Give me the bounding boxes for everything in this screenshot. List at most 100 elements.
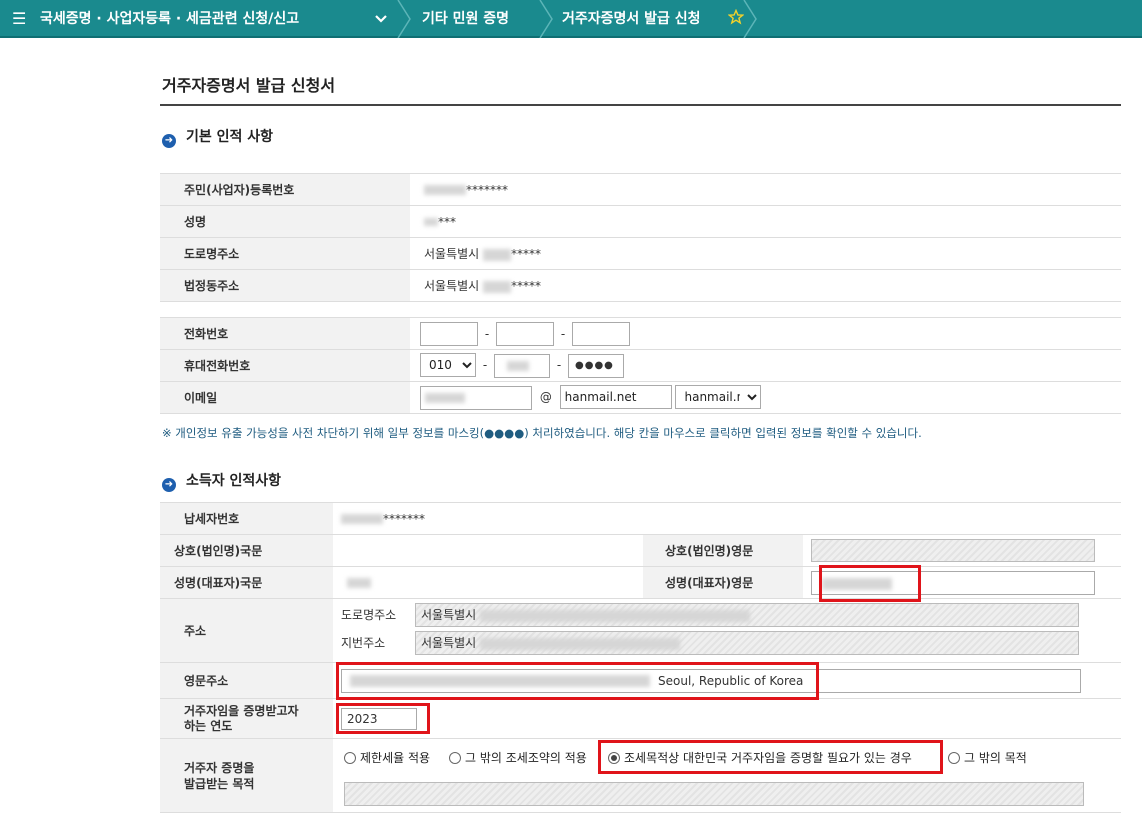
purpose-label-line1: 거주자 증명을 — [184, 760, 255, 775]
year-cell: 2023 — [333, 698, 1121, 739]
purpose-option-label: 그 밖의 조세조약의 적용 — [465, 751, 587, 765]
purpose-option-other-treaty[interactable]: 그 밖의 조세조약의 적용 — [449, 749, 587, 766]
section-income-info-title: ➜ 소득자 인적사항 — [162, 470, 281, 492]
email-label: 이메일 — [160, 381, 410, 414]
trade-kr-value — [333, 534, 643, 567]
masked-block — [347, 578, 371, 588]
email-at-sign: @ — [539, 390, 552, 405]
dash: - — [482, 358, 488, 373]
road-addr-label: 도로명주소 — [160, 237, 410, 270]
highlight-box — [336, 703, 430, 734]
tax-no-label: 납세자번호 — [160, 502, 333, 535]
purpose-option-label: 그 밖의 목적 — [964, 751, 1027, 765]
masked-block — [480, 609, 751, 622]
contact-table: 전화번호 - - 휴대전화번호 010 - - ●●●● 이메일 @ hanma… — [160, 317, 1121, 414]
phone-middle-input[interactable] — [496, 321, 554, 346]
trade-en-cell — [803, 534, 1121, 567]
phone-fields: - - — [410, 317, 1121, 350]
reg-no-label: 주민(사업자)등록번호 — [160, 173, 410, 206]
road-addr-sublabel: 도로명주소 — [341, 607, 397, 622]
trade-en-label: 상호(법인명)영문 — [643, 534, 803, 567]
purpose-option-label: 제한세율 적용 — [360, 751, 431, 765]
masked-block — [424, 185, 466, 195]
chevron-down-icon[interactable] — [374, 13, 388, 25]
email-domain-select[interactable]: hanmail.net — [675, 385, 762, 410]
breadcrumb-separator-icon — [396, 0, 416, 38]
masked-block — [425, 392, 465, 403]
masked-block — [424, 218, 438, 226]
road-addr-prefix: 서울특별시 — [424, 247, 480, 261]
masked-block — [507, 360, 529, 371]
legal-addr-value: 서울특별시 ***** — [410, 269, 1121, 302]
breadcrumb-other-certs[interactable]: 기타 민원 증명 — [422, 0, 509, 38]
dash: - — [484, 326, 490, 341]
section-income-info-label: 소득자 인적사항 — [186, 473, 282, 489]
email-domain-input[interactable] — [559, 385, 672, 410]
purpose-option-reduced-rate[interactable]: 제한세율 적용 — [344, 749, 430, 766]
lot-addr-prefix: 서울특별시 — [421, 636, 477, 650]
address-cell: 도로명주소 서울특별시 지번주소 서울특별시 — [333, 598, 1121, 663]
road-addr-prefix: 서울특별시 — [421, 608, 477, 622]
highlight-box — [336, 662, 819, 700]
masked-block — [483, 280, 512, 293]
trade-en-input — [811, 539, 1095, 562]
basic-info-table: 주민(사업자)등록번호 ******* 성명 *** 도로명주소 서울특별시 *… — [160, 173, 1121, 302]
lot-addr-row: 지번주소 서울특별시 — [341, 631, 1121, 659]
breadcrumb-end-icon — [742, 0, 762, 38]
purpose-option-other[interactable]: 그 밖의 목적 — [948, 749, 1027, 766]
masked-block — [480, 637, 681, 650]
rep-kr-label: 성명(대표자)국문 — [160, 566, 333, 599]
radio-icon[interactable] — [344, 752, 356, 764]
road-addr-row: 도로명주소 서울특별시 — [341, 603, 1121, 631]
breadcrumb-separator-icon — [538, 0, 558, 38]
purpose-other-input — [344, 782, 1084, 806]
radio-icon[interactable] — [948, 752, 960, 764]
arrow-bullet-icon: ➜ — [162, 134, 176, 148]
breadcrumb-current-page[interactable]: 거주자증명서 발급 신청 — [562, 0, 701, 38]
mobile-prefix-select[interactable]: 010 — [420, 353, 476, 378]
reg-no-mask: ******* — [466, 182, 508, 197]
eng-addr-label: 영문주소 — [160, 662, 333, 699]
radio-icon[interactable] — [449, 752, 461, 764]
mobile-fields: 010 - - ●●●● — [410, 349, 1121, 382]
legal-addr-mask: ***** — [511, 279, 542, 293]
purpose-label: 거주자 증명을 발급받는 목적 — [160, 738, 333, 813]
mobile-last-input[interactable]: ●●●● — [568, 353, 624, 378]
dash: - — [556, 358, 562, 373]
phone-area-input[interactable] — [420, 321, 478, 346]
reg-no-value: ******* — [410, 173, 1121, 206]
year-label: 거주자임을 증명받고자 하는 연도 — [160, 698, 333, 739]
masked-block — [483, 248, 512, 261]
mobile-middle-input[interactable] — [494, 353, 550, 378]
top-nav-bar: ☰ 국세증명 · 사업자등록 · 세금관련 신청/신고 기타 민원 증명 거주자… — [0, 0, 1142, 38]
page-title: 거주자증명서 발급 신청서 — [162, 76, 336, 95]
legal-addr-prefix: 서울특별시 — [424, 279, 480, 293]
name-label: 성명 — [160, 205, 410, 238]
masking-notice: ※ 개인정보 유출 가능성을 사전 차단하기 위해 일부 정보를 마스킹(●●●… — [162, 426, 922, 440]
road-addr-mask: ***** — [511, 247, 542, 261]
lot-addr-input: 서울특별시 — [415, 631, 1079, 655]
section-basic-info-title: ➜ 기본 인적 사항 — [162, 126, 273, 148]
legal-addr-label: 법정동주소 — [160, 269, 410, 302]
phone-last-input[interactable] — [572, 321, 630, 346]
rep-kr-value — [333, 566, 643, 599]
section-basic-info-label: 기본 인적 사항 — [186, 129, 274, 145]
rep-en-label: 성명(대표자)영문 — [643, 566, 803, 599]
breadcrumb-category[interactable]: 국세증명 · 사업자등록 · 세금관련 신청/신고 — [40, 0, 299, 38]
highlight-box — [598, 740, 943, 774]
phone-label: 전화번호 — [160, 317, 410, 350]
masked-block — [341, 514, 383, 524]
address-label: 주소 — [160, 598, 333, 663]
tax-no-mask: ******* — [383, 511, 425, 526]
title-divider — [160, 104, 1121, 106]
purpose-label-line2: 발급받는 목적 — [184, 776, 255, 791]
road-addr-input: 서울특별시 — [415, 603, 1079, 627]
mobile-label: 휴대전화번호 — [160, 349, 410, 382]
hamburger-menu-icon[interactable]: ☰ — [12, 9, 26, 28]
trade-kr-label: 상호(법인명)국문 — [160, 534, 333, 567]
tax-no-value: ******* — [333, 502, 1121, 535]
year-label-line1: 거주자임을 증명받고자 — [184, 703, 299, 718]
lot-addr-sublabel: 지번주소 — [341, 635, 386, 650]
year-label-line2: 하는 연도 — [184, 718, 233, 733]
email-id-input[interactable] — [420, 385, 532, 410]
